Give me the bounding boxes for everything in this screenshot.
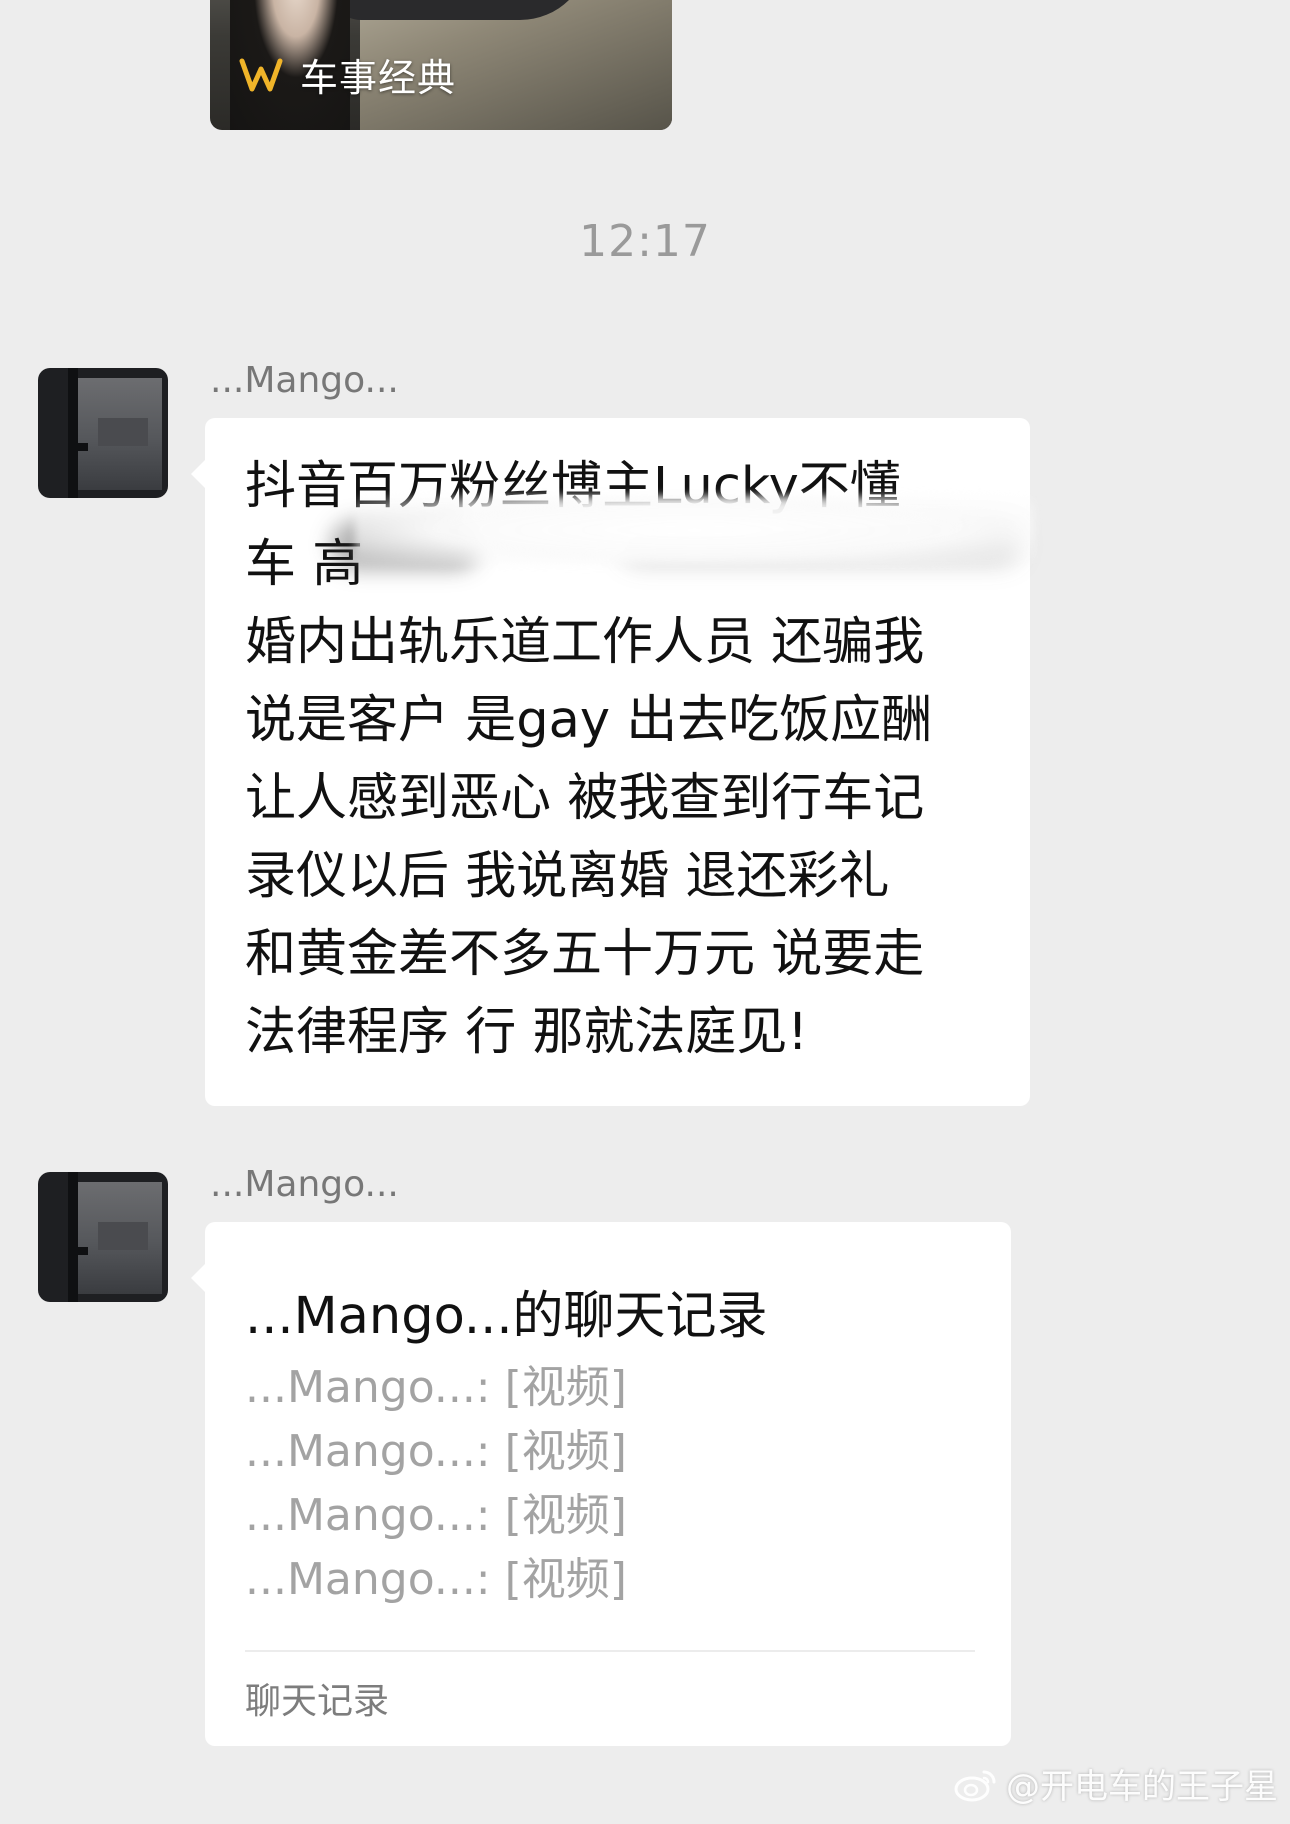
brand-logo-icon <box>239 58 283 91</box>
video-brand: 车事经典 <box>238 47 456 102</box>
weibo-icon <box>954 1770 996 1801</box>
sender-name: ...Mango... <box>210 1164 399 1205</box>
message-line: 说是客户 是gay 出去吃饭应酬 <box>245 691 933 750</box>
message-line: 婚内出轨乐道工作人员 还骗我 <box>245 613 925 672</box>
watermark: @开电车的王子星 <box>952 1759 1278 1808</box>
chat-timestamp: 12:17 <box>579 216 711 267</box>
chat-record-card[interactable]: ...Mango...的聊天记录 ...Mango...: [视频] ...Ma… <box>191 1222 1011 1746</box>
chat-record-entry: ...Mango...: [视频] <box>245 1362 627 1413</box>
chat-record-entry: ...Mango...: [视频] <box>245 1490 627 1541</box>
chat-record-footer: 聊天记录 <box>245 1681 390 1722</box>
divider <box>245 1650 975 1652</box>
chat-record-title: ...Mango...的聊天记录 <box>245 1287 768 1346</box>
chat-record-entry: ...Mango...: [视频] <box>245 1554 627 1605</box>
video-card[interactable]: 车事经典 <box>210 0 672 130</box>
video-brand-name: 车事经典 <box>300 56 457 100</box>
avatar[interactable] <box>38 1172 168 1302</box>
message-line: 法律程序 行 那就法庭见! <box>245 1003 808 1062</box>
avatar[interactable] <box>38 368 168 498</box>
message-line: 让人感到恶心 被我查到行车记 <box>245 769 925 828</box>
message-line: 录仪以后 我说离婚 退还彩礼 <box>245 847 890 906</box>
sender-name: ...Mango... <box>210 360 399 401</box>
chat-record-entry: ...Mango...: [视频] <box>245 1426 627 1477</box>
redaction-blur <box>355 495 1035 565</box>
watermark-text: @开电车的王子星 <box>1006 1767 1278 1807</box>
message-line: 和黄金差不多五十万元 说要走 <box>245 925 925 984</box>
